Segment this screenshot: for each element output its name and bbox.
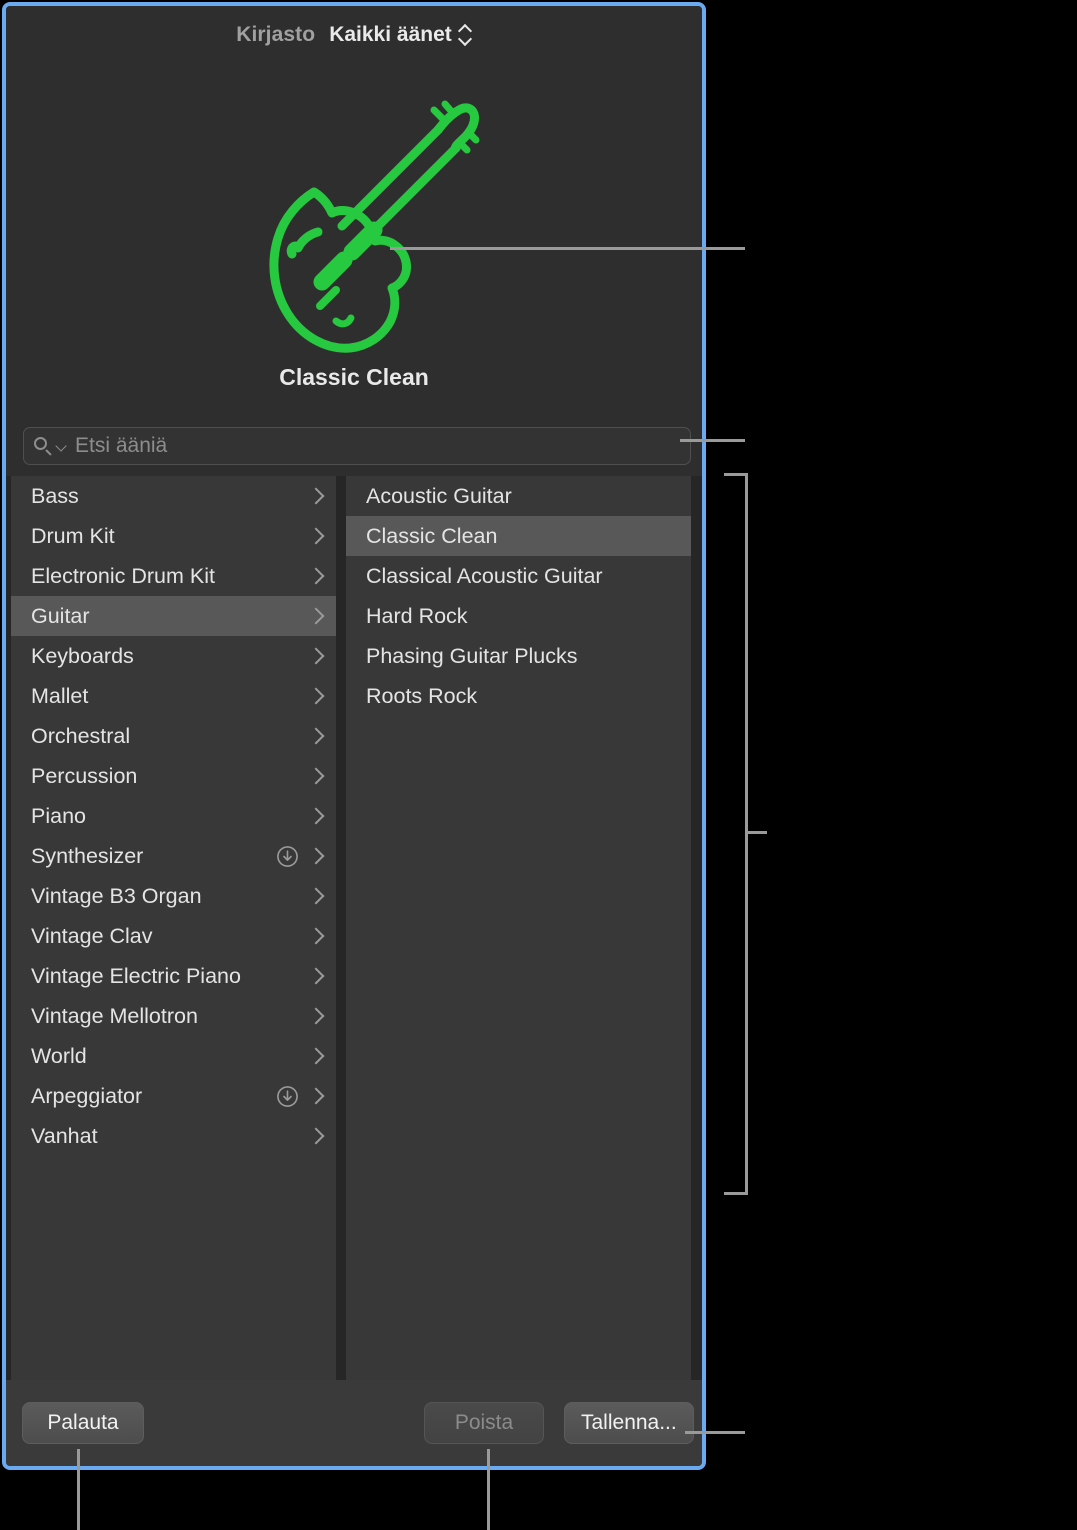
chevron-right-icon[interactable] [309,927,322,946]
patch-label: Classical Acoustic Guitar [366,564,677,589]
chevron-up-down-icon [459,24,472,46]
button-bar: Palauta Poista Tallenna... [6,1380,702,1466]
category-label: Drum Kit [31,524,303,549]
patch-row[interactable]: Acoustic Guitar [346,476,691,516]
category-row[interactable]: Guitar [11,596,336,636]
search-icon [34,437,53,456]
chevron-right-icon[interactable] [309,1087,322,1106]
electric-guitar-icon [202,74,512,374]
save-button[interactable]: Tallenna... [564,1402,694,1444]
chevron-right-icon[interactable] [309,567,322,586]
category-label: Guitar [31,604,303,629]
category-row[interactable]: Bass [11,476,336,516]
category-row[interactable]: Arpeggiator [11,1076,336,1116]
callout-bracket-stem [745,831,767,834]
category-label: Arpeggiator [31,1084,276,1109]
category-label: Piano [31,804,303,829]
chevron-right-icon[interactable] [309,487,322,506]
chevron-right-icon[interactable] [309,767,322,786]
callout-line-restore [77,1449,80,1530]
category-row[interactable]: Vanhat [11,1116,336,1156]
patch-label: Hard Rock [366,604,677,629]
category-row[interactable]: Synthesizer [11,836,336,876]
category-label: Vintage Clav [31,924,303,949]
patch-label: Roots Rock [366,684,677,709]
category-label: Orchestral [31,724,303,749]
search-placeholder: Etsi ääniä [75,434,167,458]
patch-row[interactable]: Classical Acoustic Guitar [346,556,691,596]
chevron-right-icon[interactable] [309,887,322,906]
chevron-right-icon[interactable] [309,847,322,866]
category-label: Synthesizer [31,844,276,869]
download-icon[interactable] [276,845,299,868]
category-label: Percussion [31,764,303,789]
category-list[interactable]: Bass Drum Kit Electronic Drum Kit Guitar Key… [11,476,336,1380]
category-row[interactable]: Orchestral [11,716,336,756]
callout-line-save [685,1431,745,1434]
category-row[interactable]: Vintage Mellotron [11,996,336,1036]
chevron-right-icon[interactable] [309,1007,322,1026]
restore-button[interactable]: Palauta [22,1402,144,1444]
all-sounds-popup-button[interactable]: Kaikki äänet [329,23,472,47]
patch-row[interactable]: Classic Clean [346,516,691,556]
category-label: World [31,1044,303,1069]
category-row[interactable]: Piano [11,796,336,836]
patch-row[interactable]: Roots Rock [346,676,691,716]
chevron-right-icon[interactable] [309,607,322,626]
patch-row[interactable]: Phasing Guitar Plucks [346,636,691,676]
chevron-right-icon[interactable] [309,807,322,826]
category-label: Mallet [31,684,303,709]
chevron-right-icon[interactable] [309,527,322,546]
category-row[interactable]: World [11,1036,336,1076]
chevron-right-icon[interactable] [309,727,322,746]
chevron-right-icon[interactable] [309,1127,322,1146]
category-row[interactable]: Keyboards [11,636,336,676]
chevron-right-icon[interactable] [309,647,322,666]
callout-line-delete [487,1449,490,1530]
panel-header: Kirjasto Kaikki äänet [6,6,702,64]
category-row[interactable]: Vintage B3 Organ [11,876,336,916]
chevron-down-icon[interactable] [56,441,67,452]
chevron-right-icon[interactable] [309,1047,322,1066]
category-row[interactable]: Electronic Drum Kit [11,556,336,596]
patch-list[interactable]: Acoustic Guitar Classic Clean Classical Ac… [346,476,691,1380]
library-panel: Kirjasto Kaikki äänet [2,2,706,1470]
category-label: Vintage Electric Piano [31,964,303,989]
category-row[interactable]: Vintage Electric Piano [11,956,336,996]
patch-name: Classic Clean [6,364,702,391]
category-label: Electronic Drum Kit [31,564,303,589]
callout-line-artwork [390,247,745,250]
chevron-right-icon[interactable] [309,967,322,986]
library-label: Kirjasto [236,23,315,47]
patch-row[interactable]: Hard Rock [346,596,691,636]
category-label: Bass [31,484,303,509]
category-row[interactable]: Mallet [11,676,336,716]
category-label: Vintage B3 Organ [31,884,303,909]
category-row[interactable]: Vintage Clav [11,916,336,956]
patch-label: Phasing Guitar Plucks [366,644,677,669]
patch-label: Acoustic Guitar [366,484,677,509]
all-sounds-popup-value: Kaikki äänet [329,23,452,47]
search-input[interactable]: Etsi ääniä [23,427,691,465]
hero-area: Classic Clean [6,64,702,409]
category-label: Vanhat [31,1124,303,1149]
download-icon[interactable] [276,1085,299,1108]
callout-bracket-sound-lists [724,473,748,1195]
category-label: Keyboards [31,644,303,669]
browser-columns: Bass Drum Kit Electronic Drum Kit Guitar Key… [6,476,702,1380]
chevron-right-icon[interactable] [309,687,322,706]
delete-button[interactable]: Poista [424,1402,544,1444]
category-label: Vintage Mellotron [31,1004,303,1029]
category-row[interactable]: Drum Kit [11,516,336,556]
callout-line-search [680,439,745,442]
patch-label: Classic Clean [366,524,677,549]
category-row[interactable]: Percussion [11,756,336,796]
